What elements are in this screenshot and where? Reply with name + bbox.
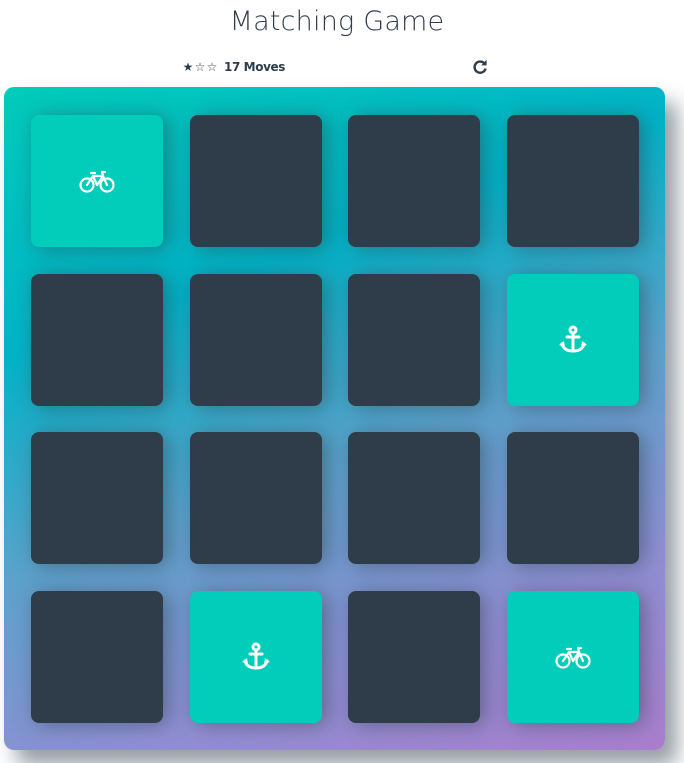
star-icon: ☆ <box>194 60 206 74</box>
score-panel: ★ ☆ ☆ 17 Moves <box>182 58 492 80</box>
card-hidden[interactable] <box>348 432 480 564</box>
star-icon: ☆ <box>206 60 218 74</box>
star-icon: ★ <box>182 60 194 74</box>
card-hidden[interactable] <box>506 115 639 247</box>
card-hidden[interactable] <box>31 432 163 564</box>
anchor-icon <box>241 642 270 670</box>
card-hidden[interactable] <box>31 590 163 723</box>
game-page: Matching Game ★ ☆ ☆ 17 Moves <box>0 0 684 763</box>
card-matched <box>31 115 163 247</box>
card-hidden[interactable] <box>189 115 322 247</box>
redo-icon <box>473 59 487 74</box>
card-hidden[interactable] <box>348 273 480 406</box>
card-hidden[interactable] <box>348 115 480 247</box>
card-deck <box>4 87 665 750</box>
restart-button[interactable] <box>472 58 488 76</box>
card-matched <box>189 590 322 723</box>
card-hidden[interactable] <box>506 432 639 564</box>
card-hidden[interactable] <box>348 590 480 723</box>
moves-counter: 17 Moves <box>224 60 285 74</box>
card-matched <box>506 590 639 723</box>
page-title: Matching Game <box>229 6 445 37</box>
card-hidden[interactable] <box>189 432 322 564</box>
card-hidden[interactable] <box>189 273 322 406</box>
card-hidden[interactable] <box>31 273 163 406</box>
bicycle-icon <box>79 170 115 193</box>
card-matched <box>506 273 639 406</box>
star-rating: ★ ☆ ☆ <box>182 60 218 74</box>
anchor-icon <box>558 325 587 353</box>
bicycle-icon <box>554 646 591 669</box>
